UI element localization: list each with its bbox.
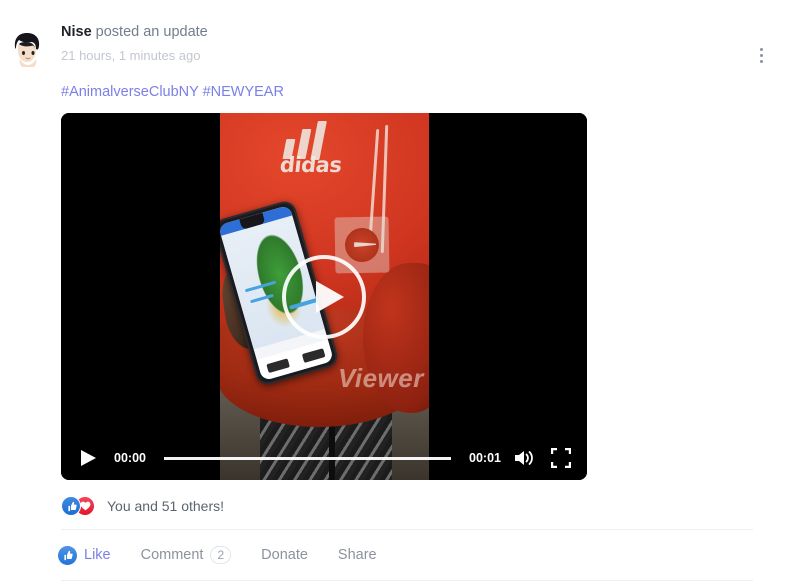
like-button-label: Like [84,547,111,563]
post-title: Nise posted an update [61,22,208,42]
comment-button[interactable]: Comment 2 [141,546,232,564]
reactions-summary[interactable]: You and 51 others! [61,495,224,517]
thumbs-up-icon [58,545,77,565]
play-icon[interactable] [77,447,99,469]
heart-glyph [80,501,90,511]
share-button[interactable]: Share [338,547,377,563]
thumbs-up-glyph [67,501,77,511]
video-stage: didas Viewer 00:00 00:01 [61,113,587,480]
post-body: #AnimalverseClubNY #NEWYEAR [61,83,741,102]
kebab-dot [759,47,763,51]
post-header-text: Nise posted an update 21 hours, 1 minute… [61,22,208,65]
video-progress-fill [163,456,452,460]
reaction-icon-group [61,496,97,516]
video-progress-bar[interactable] [163,456,452,460]
kebab-menu-icon[interactable] [750,42,772,68]
play-circle-icon[interactable] [282,254,366,339]
post-hashtags[interactable]: #AnimalverseClubNY #NEWYEAR [61,84,284,100]
comment-button-label: Comment [140,547,204,563]
fullscreen-glyph [550,447,572,469]
donate-button[interactable]: Donate [261,547,308,563]
share-button-label: Share [337,547,377,563]
video-duration: 00:01 [469,451,501,465]
kebab-dot [759,53,763,57]
reaction-summary-text: You and 51 others! [107,498,225,514]
video-current-time: 00:00 [114,451,146,465]
volume-high-icon[interactable] [513,448,535,468]
fullscreen-icon[interactable] [550,447,572,469]
post-action-bar: Like Comment 2 Donate Share [58,543,377,567]
post-author[interactable]: Nise [61,24,92,40]
thumbs-up-icon [61,496,81,516]
activity-post: Nise posted an update 21 hours, 1 minute… [0,0,786,587]
like-button[interactable]: Like [58,545,111,565]
donate-button-label: Donate [261,547,308,563]
brand-wordmark: didas [278,153,343,177]
avatar[interactable] [6,28,50,72]
video-player[interactable]: didas Viewer 00:00 00:01 [61,113,587,480]
divider-below-actions [61,580,753,581]
post-action-text: posted an update [95,24,208,40]
divider-above-actions [61,529,753,530]
comment-count-badge: 2 [210,546,232,564]
post-header: Nise posted an update 21 hours, 1 minute… [0,18,786,78]
video-watermark: Viewer [338,363,424,393]
volume-glyph [515,451,533,465]
video-controls: 00:00 00:01 [61,436,587,480]
avatar-image [6,28,50,72]
post-timestamp: 21 hours, 1 minutes ago [61,48,201,63]
kebab-dot [759,59,763,63]
thumbs-up-glyph [64,550,73,560]
